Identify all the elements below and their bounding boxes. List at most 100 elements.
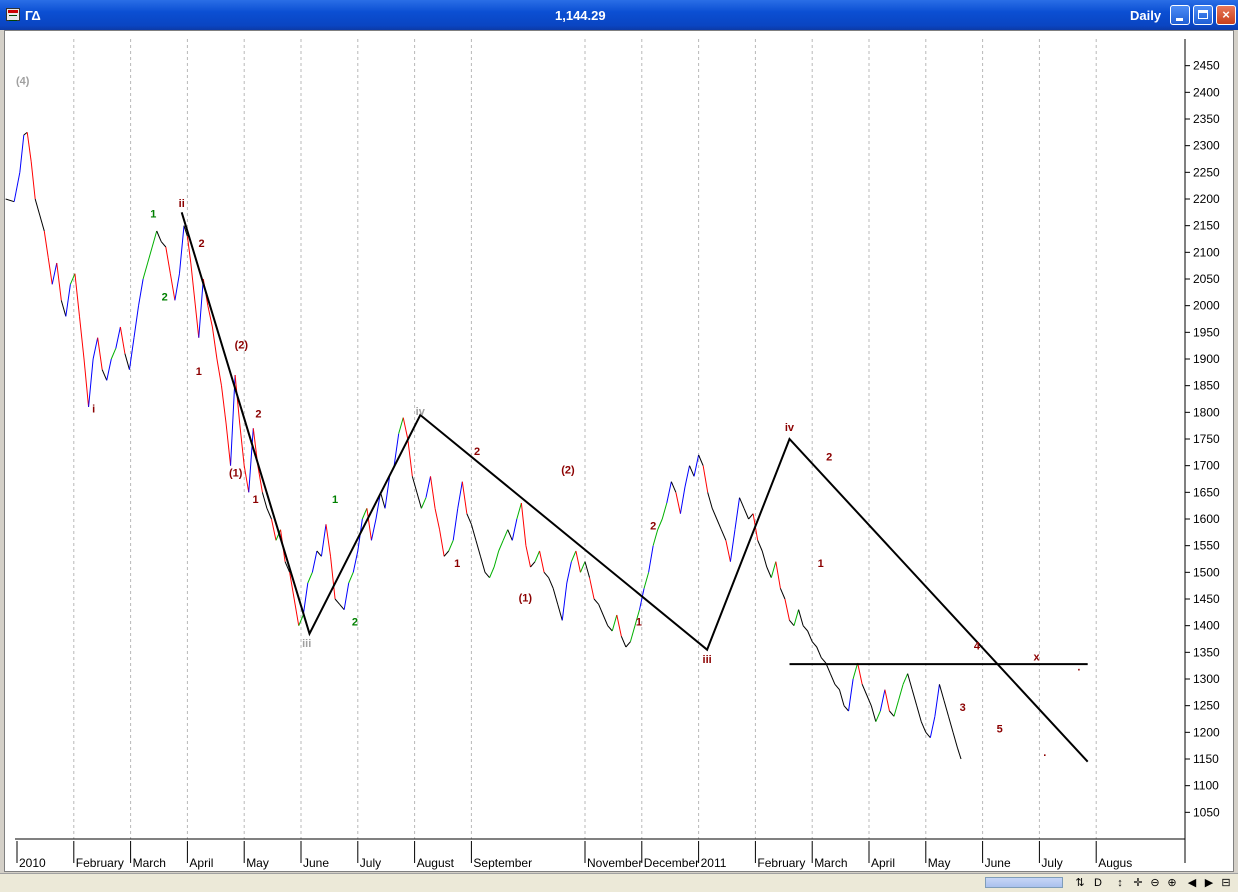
price-segment: [584, 561, 591, 578]
maximize-icon: [1198, 10, 1208, 19]
y-tick-label: 1500: [1193, 565, 1220, 579]
price-segment: [216, 358, 222, 386]
price-segment: [893, 700, 900, 717]
layout-icon[interactable]: ⊟: [1218, 876, 1234, 891]
price-segment: [929, 716, 936, 738]
price-segment: [838, 689, 845, 706]
wave-label: 2: [162, 291, 168, 303]
price-segment: [110, 348, 117, 360]
price-segment: [566, 561, 572, 584]
price-segment: [493, 550, 500, 568]
price-segment: [151, 230, 158, 248]
price-segment: [720, 529, 727, 541]
wave-label: 1: [636, 617, 642, 629]
price-segment: [661, 502, 668, 520]
move-vertical-icon[interactable]: ↕: [1112, 876, 1128, 891]
price-segment: [169, 273, 176, 301]
price-segment: [339, 604, 345, 610]
zoom-out-icon[interactable]: ⊖: [1147, 876, 1163, 891]
price-segment: [625, 641, 631, 648]
price-segment: [843, 705, 849, 712]
price-segment: [115, 326, 121, 349]
y-tick-label: 1200: [1193, 725, 1220, 739]
price-segment: [56, 262, 62, 301]
y-tick-label: 1900: [1193, 352, 1220, 366]
sync-icon[interactable]: ⇅: [1072, 876, 1088, 891]
price-segment: [361, 508, 368, 520]
chart-app-icon[interactable]: [6, 8, 20, 21]
price-segment: [43, 230, 49, 258]
wave-label: 1: [252, 494, 258, 506]
y-tick-label: 1800: [1193, 405, 1220, 419]
price-segment: [648, 545, 654, 573]
horizontal-scrollbar[interactable]: [985, 877, 1063, 888]
x-tick-label: March: [814, 856, 847, 870]
price-segment: [88, 358, 94, 408]
price-segment: [643, 572, 650, 589]
price-segment: [657, 518, 663, 530]
price-segment: [101, 369, 108, 381]
wave-label: (4): [16, 75, 30, 87]
price-segment: [675, 492, 681, 514]
price-segment: [811, 641, 818, 648]
wave-label: 2: [474, 446, 480, 458]
y-tick-label: 1850: [1193, 379, 1220, 393]
price-segment: [598, 604, 604, 616]
wave-label: (1): [229, 467, 243, 479]
close-button[interactable]: ×: [1216, 5, 1236, 25]
y-tick-label: 1700: [1193, 459, 1220, 473]
price-segment: [26, 132, 32, 162]
zoom-in-icon[interactable]: ⊕: [1164, 876, 1180, 891]
y-tick-label: 1550: [1193, 539, 1220, 553]
x-tick-label: April: [871, 856, 895, 870]
price-segment: [602, 614, 609, 626]
price-segment: [343, 582, 350, 610]
price-segment: [820, 657, 827, 664]
price-segment: [13, 172, 21, 202]
y-tick-label: 2250: [1193, 165, 1220, 179]
price-segment: [225, 422, 232, 466]
maximize-button[interactable]: [1193, 5, 1213, 25]
wave-label: (2): [561, 465, 575, 477]
wave-label: 1: [150, 209, 156, 221]
close-icon: ×: [1222, 7, 1230, 22]
price-segment: [484, 572, 490, 578]
price-segment: [707, 492, 713, 509]
crosshair-icon[interactable]: ✛: [1130, 876, 1146, 891]
x-tick-label: February: [76, 856, 124, 870]
price-segment: [325, 524, 332, 557]
price-segment: [739, 497, 745, 509]
price-segment: [516, 502, 522, 520]
minimize-button[interactable]: [1170, 5, 1190, 25]
price-segment: [106, 358, 112, 381]
wave-label: (1): [519, 593, 533, 605]
price-segment: [534, 550, 541, 562]
price-segment: [243, 465, 250, 493]
price-segment: [470, 524, 477, 541]
minimize-icon: [1176, 18, 1183, 21]
scroll-left-icon[interactable]: ◀: [1184, 876, 1200, 891]
wave-label: 2: [255, 409, 261, 421]
period-d-icon[interactable]: D: [1090, 876, 1106, 891]
price-segment: [607, 625, 613, 632]
y-tick-label: 1150: [1193, 752, 1219, 766]
price-segment: [430, 476, 436, 509]
price-segment: [711, 508, 718, 520]
price-segment: [23, 131, 28, 136]
price-segment: [457, 481, 463, 509]
price-segment: [439, 529, 445, 557]
scroll-right-icon[interactable]: ▶: [1201, 876, 1217, 891]
price-segment: [884, 689, 890, 712]
y-tick-label: 1250: [1193, 699, 1220, 713]
price-segment: [425, 476, 431, 498]
wave-label: 4: [974, 641, 981, 653]
price-segment: [620, 636, 627, 648]
y-tick-label: 2450: [1193, 59, 1220, 73]
price-segment: [211, 326, 218, 360]
y-tick-label: 1950: [1193, 325, 1220, 339]
price-segment: [579, 561, 586, 573]
y-tick-label: 2400: [1193, 85, 1220, 99]
price-segment: [420, 497, 427, 509]
price-chart[interactable]: 2010 February March April May June July August S…: [5, 31, 1233, 871]
x-tick-label: June: [985, 856, 1011, 870]
